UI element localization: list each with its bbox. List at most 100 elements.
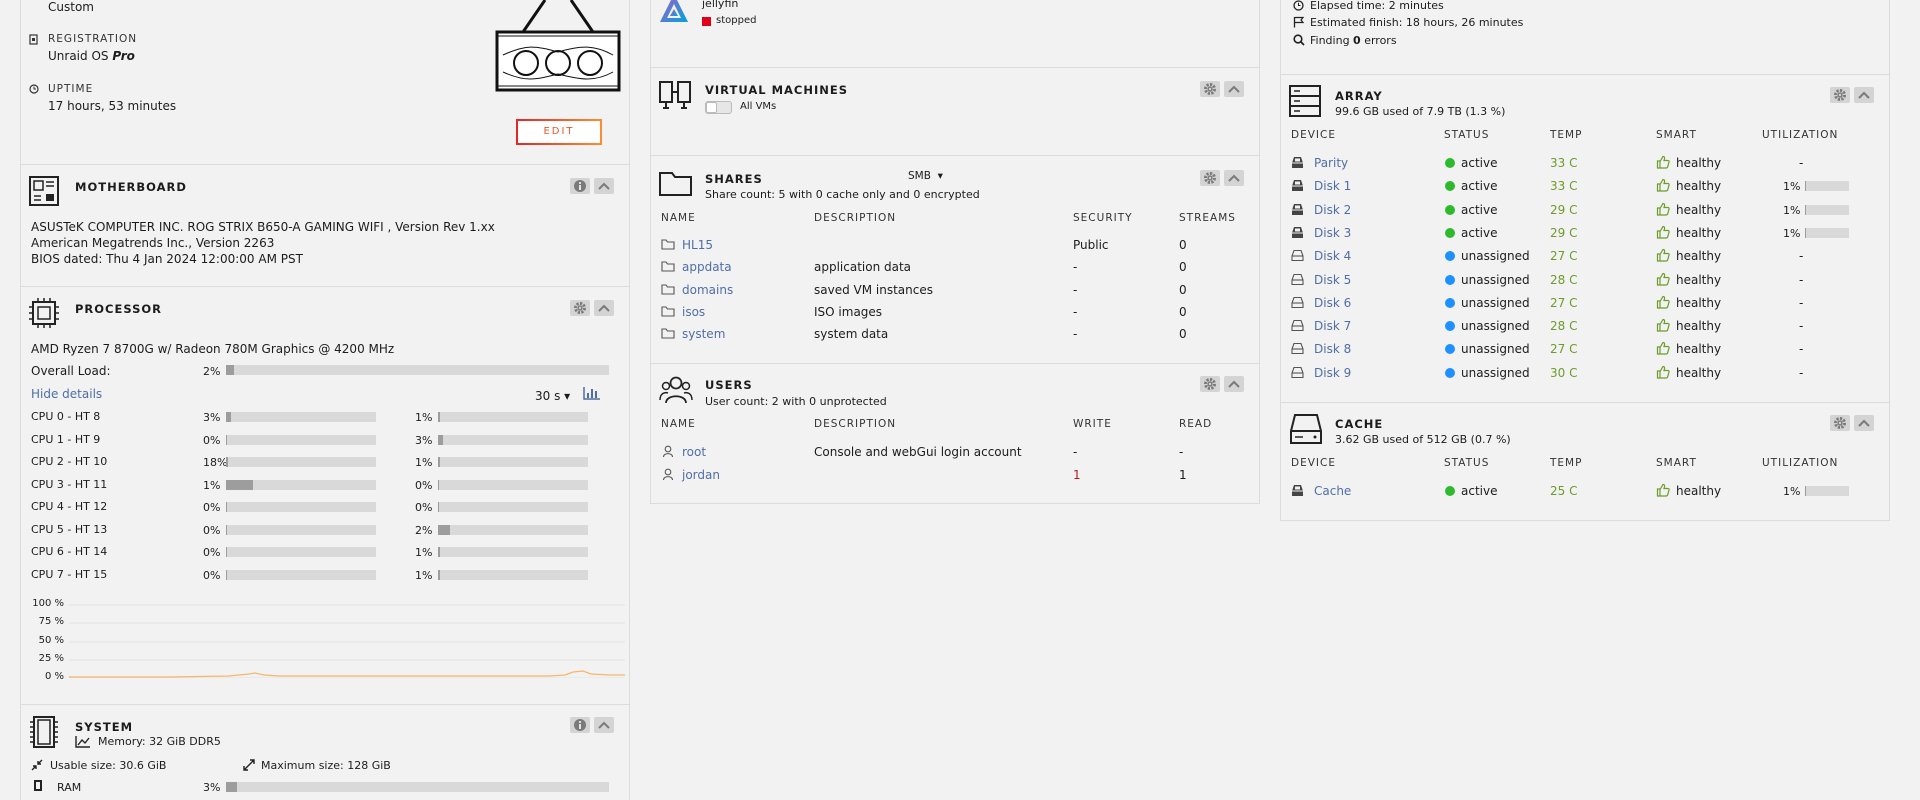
- disk-unassigned-icon: [1291, 273, 1304, 289]
- disk-status: active: [1461, 179, 1498, 194]
- disk-utilization: -: [1799, 272, 1804, 287]
- user-name-link[interactable]: jordan: [682, 468, 720, 482]
- all-vms-label: All VMs: [740, 101, 777, 112]
- motherboard-info-button[interactable]: [570, 178, 590, 194]
- share-description: ISO images: [814, 304, 883, 319]
- share-name-link[interactable]: system: [682, 327, 725, 341]
- system-collapse-button[interactable]: [594, 717, 614, 733]
- disk-name-link[interactable]: Disk 1: [1314, 179, 1351, 193]
- array-settings-button[interactable]: [1830, 87, 1850, 103]
- cpu-bar-fill: [226, 547, 228, 557]
- shares-header-description: DESCRIPTION: [814, 212, 897, 224]
- array-header-temp: TEMP: [1550, 129, 1583, 141]
- disk-icon: [1291, 179, 1304, 195]
- cpu-bar-fill: [438, 502, 440, 512]
- cpu-load-a: 0%: [203, 568, 221, 582]
- disk-smart: healthy: [1676, 179, 1722, 194]
- motherboard-vendor: American Megatrends Inc., Version 2263: [31, 236, 275, 250]
- users-collapse-button[interactable]: [1224, 376, 1244, 392]
- shares-header-security: SECURITY: [1073, 212, 1133, 224]
- share-description: saved VM instances: [814, 282, 933, 297]
- disk-name-link[interactable]: Disk 6: [1314, 296, 1351, 310]
- docker-container-name[interactable]: jellyfin: [702, 0, 738, 10]
- disk-temp: 29 C: [1550, 225, 1578, 240]
- disk-name-link[interactable]: Disk 7: [1314, 319, 1351, 333]
- cpu-bar-fill: [226, 412, 231, 422]
- share-name-link[interactable]: HL15: [682, 238, 713, 252]
- utilization-bar: [1805, 227, 1849, 238]
- edit-button[interactable]: EDIT: [516, 119, 602, 145]
- all-vms-toggle[interactable]: [705, 101, 732, 114]
- processor-icon: [29, 298, 59, 328]
- folder-icon: [661, 260, 675, 275]
- thumbs-up-icon: [1656, 225, 1670, 242]
- chevron-up-icon: [598, 721, 610, 729]
- users-header-name: NAME: [661, 418, 696, 430]
- stopped-status-icon: [702, 17, 711, 26]
- vms-collapse-button[interactable]: [1224, 81, 1244, 97]
- motherboard-collapse-button[interactable]: [594, 178, 614, 194]
- gear-icon: [1204, 378, 1216, 390]
- left-column: Custom REGISTRATION Unraid OS Pro UPTIME…: [20, 0, 630, 800]
- shrink-arrows-icon: [31, 759, 43, 771]
- cpu-load-a: 18%: [203, 456, 228, 469]
- processor-settings-button[interactable]: [570, 300, 590, 316]
- array-collapse-button[interactable]: [1854, 87, 1874, 103]
- cpu-load-b: 3%: [415, 433, 433, 447]
- cpu-bar-fill: [438, 479, 440, 490]
- users-settings-button[interactable]: [1200, 376, 1220, 392]
- shares-collapse-button[interactable]: [1224, 170, 1244, 186]
- utilization-fill: [1805, 181, 1806, 192]
- status-dot: [1445, 227, 1455, 238]
- disk-name-link[interactable]: Disk 5: [1314, 273, 1351, 287]
- user-icon: [662, 468, 674, 484]
- chevron-up-icon: [598, 182, 610, 190]
- disk-utilization: -: [1799, 319, 1804, 334]
- cpu-bar-fill: [438, 569, 440, 580]
- disk-temp: 30 C: [1550, 365, 1578, 380]
- disk-name-link[interactable]: Disk 2: [1314, 203, 1351, 217]
- hide-details-link[interactable]: Hide details: [31, 387, 102, 401]
- info-icon: [574, 719, 586, 731]
- vms-settings-button[interactable]: [1200, 81, 1220, 97]
- user-read: 1: [1179, 467, 1187, 482]
- disk-name-link[interactable]: Disk 3: [1314, 226, 1351, 240]
- memory-summary: Memory: 32 GiB DDR5: [98, 735, 221, 748]
- share-name-link[interactable]: domains: [682, 283, 733, 297]
- share-protocol-select[interactable]: SMB ▾: [908, 170, 943, 182]
- disk-name-link[interactable]: Disk 4: [1314, 249, 1351, 263]
- shares-settings-button[interactable]: [1200, 170, 1220, 186]
- cpu-bar-b: [438, 434, 588, 445]
- user-write: -: [1073, 445, 1078, 459]
- system-info-button[interactable]: [570, 717, 590, 733]
- share-description: application data: [814, 260, 912, 275]
- disk-unassigned-icon: [1291, 319, 1304, 335]
- share-streams: 0: [1179, 260, 1187, 275]
- cpu-bar-a: [226, 457, 376, 467]
- user-name-link[interactable]: root: [682, 445, 706, 459]
- interval-select[interactable]: 30 s ▾: [535, 389, 570, 403]
- share-name-link[interactable]: isos: [682, 305, 705, 319]
- search-icon: [1293, 34, 1305, 46]
- disk-name-link[interactable]: Disk 8: [1314, 342, 1351, 356]
- overall-load-fill: [226, 365, 234, 375]
- utilization-bar: [1805, 486, 1849, 496]
- disk-status: unassigned: [1461, 342, 1530, 357]
- disk-name-link[interactable]: Cache: [1314, 484, 1351, 498]
- trend-chart-icon: [75, 736, 90, 748]
- disk-name-link[interactable]: Disk 9: [1314, 366, 1351, 380]
- disk-unassigned-icon: [1291, 296, 1304, 312]
- ram-label: RAM: [57, 781, 82, 794]
- cache-collapse-button[interactable]: [1854, 415, 1874, 431]
- graph-tick-label: 25 %: [38, 652, 64, 664]
- ram-fill: [226, 782, 238, 792]
- thumbs-up-icon: [1656, 178, 1670, 195]
- cache-settings-button[interactable]: [1830, 415, 1850, 431]
- processor-collapse-button[interactable]: [594, 300, 614, 316]
- disk-name-link[interactable]: Parity: [1314, 156, 1348, 170]
- chart-icon[interactable]: [583, 386, 601, 400]
- share-name-link[interactable]: appdata: [682, 260, 732, 274]
- disk-utilization: -: [1799, 249, 1804, 264]
- bios-date: BIOS dated: Thu 4 Jan 2024 12:00:00 AM P…: [31, 252, 303, 266]
- virtual-machines-icon: [659, 81, 691, 109]
